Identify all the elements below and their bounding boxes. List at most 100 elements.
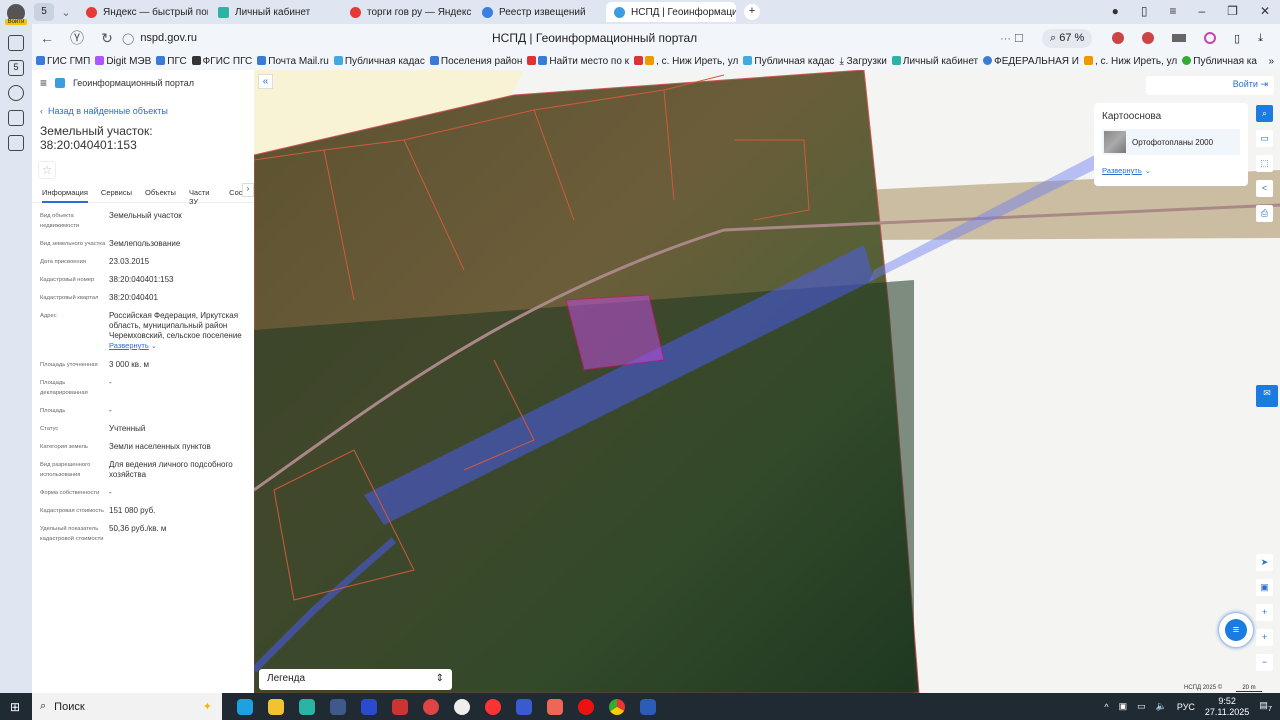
portal-name[interactable]: Геоинформационный портал xyxy=(73,78,194,88)
tab-parts[interactable]: Части ЗУ xyxy=(189,188,216,206)
app-icon[interactable] xyxy=(547,698,563,715)
new-tab-button[interactable]: + xyxy=(744,4,760,20)
select-area-icon[interactable]: ⬚ xyxy=(1256,155,1273,172)
app-icon[interactable] xyxy=(423,698,439,715)
basemap-option[interactable]: Ортофотопланы 2000 xyxy=(1102,129,1240,155)
expand-address-link[interactable]: Развернуть ⌄ xyxy=(109,341,248,352)
menu-icon[interactable]: ≡ xyxy=(1169,4,1176,18)
download-icon[interactable]: ⤓ xyxy=(1258,32,1263,45)
phone-app-icon[interactable] xyxy=(361,698,377,715)
windows-start-icon[interactable]: ⊞ xyxy=(10,700,20,714)
apps-icon[interactable] xyxy=(8,135,24,151)
layers-icon[interactable]: ▣ xyxy=(1256,579,1273,596)
bookmark[interactable]: ПГС xyxy=(156,55,187,67)
tab[interactable]: Яндекс — быстрый поиск xyxy=(78,2,208,22)
close-window-button[interactable]: ✕ xyxy=(1260,4,1270,18)
network-icon[interactable]: ▭ xyxy=(1137,701,1146,712)
opera-icon[interactable] xyxy=(578,698,594,715)
expand-basemap-link[interactable]: Развернуть ⌄ xyxy=(1102,164,1240,176)
bookmark[interactable]: , с. Ниж Иреть, ул xyxy=(634,55,738,67)
chrome-icon[interactable] xyxy=(609,698,625,715)
bookmark[interactable]: ⤓ Загрузки xyxy=(839,56,886,67)
bookmark[interactable]: Публичная кадас xyxy=(333,55,425,67)
app-icon[interactable] xyxy=(299,698,315,715)
menu-icon[interactable]: ≡ xyxy=(40,76,47,90)
chat-button[interactable]: ≡ xyxy=(1219,613,1253,647)
explorer-icon[interactable] xyxy=(268,698,284,715)
bookmark[interactable]: Найти место по к xyxy=(527,55,629,67)
url-input[interactable]: nspd.gov.ru xyxy=(140,32,197,44)
measure-icon[interactable]: ▭ xyxy=(1256,130,1273,147)
bookmark[interactable]: Поселения район xyxy=(429,55,522,67)
chevron-up-icon[interactable]: ^ xyxy=(1104,702,1108,712)
tab[interactable]: Реестр извещений xyxy=(474,2,604,22)
print-icon[interactable]: ⎙ xyxy=(1256,205,1273,222)
info-row: Адрес Российская Федерация, Иркутская обл… xyxy=(32,311,254,352)
volume-icon[interactable]: 🔈 xyxy=(1156,701,1167,712)
yandex-icon[interactable] xyxy=(485,698,501,715)
zoom-level[interactable]: ⌕ 67 % xyxy=(1042,28,1093,48)
bookmarks-icon[interactable]: ▯ xyxy=(1141,4,1148,18)
tabs-next-button[interactable]: › xyxy=(242,183,254,197)
feedback-icon[interactable]: ✉ xyxy=(1256,385,1278,407)
locate-icon[interactable]: ➤ xyxy=(1256,554,1273,571)
meet-icon[interactable]: ▣ xyxy=(1119,701,1128,712)
search-map-icon[interactable]: ⌕ xyxy=(1256,105,1273,122)
back-icon[interactable]: ← xyxy=(32,30,62,46)
bookmark[interactable]: Digit МЭВ xyxy=(95,55,151,67)
extension-icon[interactable] xyxy=(1204,31,1216,44)
bookmark[interactable]: Почта Mail.ru xyxy=(257,55,329,67)
reader-icon[interactable]: ▯ xyxy=(1234,32,1240,45)
bookmark[interactable]: , с. Ниж Иреть, ул xyxy=(1083,55,1177,67)
legend-select[interactable]: Легенда ⇕ xyxy=(259,669,452,690)
zoom-in-icon[interactable]: + xyxy=(1256,604,1273,621)
more-icon[interactable]: ··· ☐ xyxy=(1000,32,1024,45)
bookmark[interactable]: Публичная кадас xyxy=(743,55,834,67)
image-icon[interactable] xyxy=(8,110,24,126)
tab-count[interactable]: 5 xyxy=(34,3,54,21)
minimize-button[interactable]: – xyxy=(1198,4,1205,18)
tab-objects[interactable]: Объекты xyxy=(145,188,176,202)
selected-parcel[interactable] xyxy=(565,294,665,371)
word-icon[interactable] xyxy=(640,698,656,715)
more-bookmarks-icon[interactable]: » xyxy=(1268,56,1274,67)
edge-icon[interactable] xyxy=(237,698,253,715)
extension-icon[interactable] xyxy=(1142,31,1154,44)
favorite-star-icon[interactable]: ☆ xyxy=(38,161,56,179)
zoom-in-button[interactable]: + xyxy=(1256,629,1273,646)
bookmark[interactable]: ФЕДЕРАЛЬНАЯ И xyxy=(983,55,1079,67)
back-link[interactable]: ‹ Назад в найденные объекты xyxy=(32,96,254,116)
taskbar-search[interactable]: ⌕ Поиск ✦ xyxy=(32,693,222,720)
login-badge[interactable]: Войти xyxy=(5,19,27,25)
app-icon[interactable] xyxy=(392,698,408,715)
collapse-panel-button[interactable]: « xyxy=(258,74,273,89)
tab-active[interactable]: НСПД | Геоинформацио× xyxy=(606,2,736,22)
tab-services[interactable]: Сервисы xyxy=(101,188,132,202)
chevron-down-icon[interactable]: ⌄ xyxy=(56,6,76,19)
bookmark[interactable]: Личный кабинет xyxy=(891,55,978,67)
notifications-icon[interactable]: ▤7 xyxy=(1259,700,1272,713)
tabs-count-icon[interactable]: 5 xyxy=(8,60,24,76)
tab[interactable]: торги гов ру — Яндекс: н xyxy=(342,2,472,22)
zoom-out-button[interactable]: − xyxy=(1256,654,1273,671)
app-icon[interactable] xyxy=(454,698,470,715)
yandex-home-icon[interactable]: Ⓨ xyxy=(62,28,92,48)
extension-icon[interactable] xyxy=(1172,33,1186,42)
language-indicator[interactable]: РУС xyxy=(1177,702,1195,712)
collections-icon[interactable] xyxy=(8,35,24,51)
app-icon[interactable] xyxy=(516,698,532,715)
yandex-browser-icon[interactable] xyxy=(330,698,346,715)
tab[interactable]: Личный кабинет xyxy=(210,2,340,22)
reload-icon[interactable]: ↻ xyxy=(92,30,122,47)
tab-info[interactable]: Информация xyxy=(42,188,88,203)
bookmark[interactable]: ГИС ГМП xyxy=(36,55,90,67)
restore-button[interactable]: ❐ xyxy=(1227,4,1238,18)
extension-icon[interactable] xyxy=(1112,31,1124,44)
bookmark[interactable]: ФГИС ПГС xyxy=(191,55,252,67)
bookmark[interactable]: Публичная ка xyxy=(1182,55,1257,67)
map-login-button[interactable]: Войти ⇥ xyxy=(1146,76,1274,95)
play-icon[interactable] xyxy=(8,85,24,101)
account-icon[interactable]: ● xyxy=(1112,4,1119,18)
clock[interactable]: 9:52 27.11.2025 xyxy=(1205,696,1249,718)
share-icon[interactable]: < xyxy=(1256,180,1273,197)
